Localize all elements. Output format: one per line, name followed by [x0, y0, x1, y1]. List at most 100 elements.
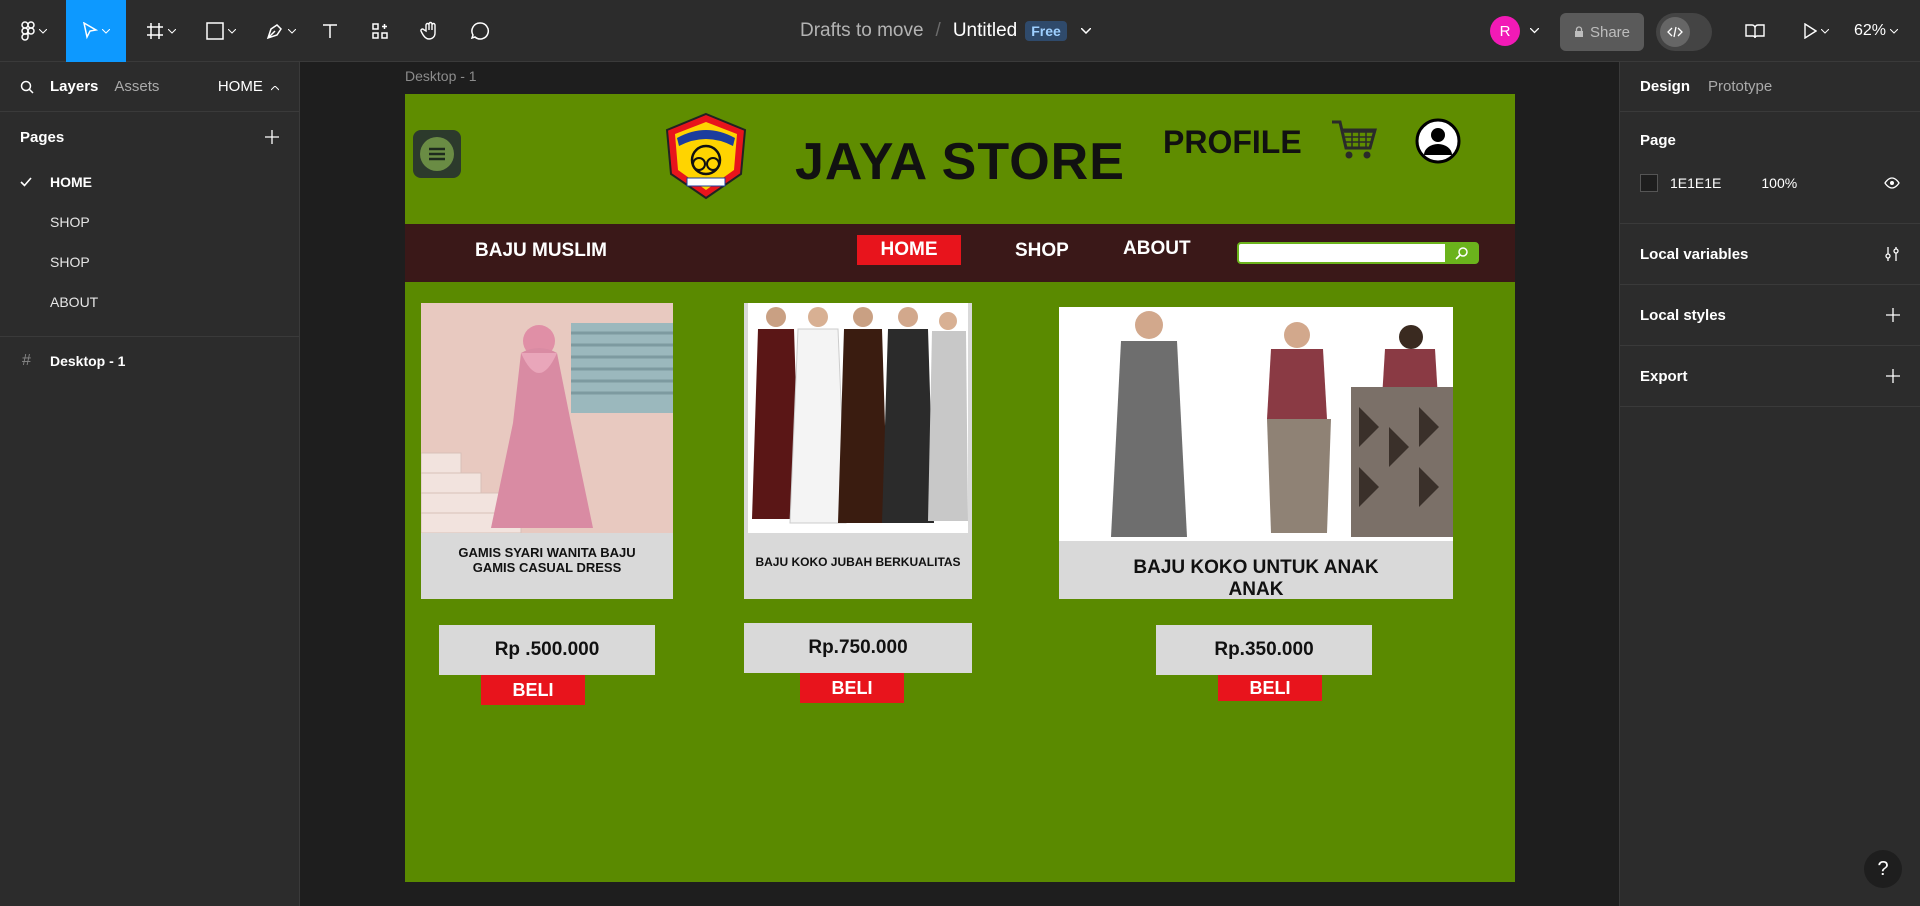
product-image-koko-anak: [1059, 307, 1453, 541]
export-heading: Export: [1640, 367, 1688, 385]
zoom-control[interactable]: 62%: [1854, 0, 1899, 62]
page-item-label: HOME: [50, 174, 92, 190]
book-icon: [1745, 24, 1765, 39]
chevron-up-icon: [270, 85, 280, 91]
page-fill-swatch[interactable]: [1640, 174, 1658, 192]
school-logo-icon: [665, 112, 747, 200]
hand-icon: [420, 21, 436, 40]
layer-item-desktop-1[interactable]: # Desktop - 1: [0, 341, 299, 381]
product-card[interactable]: BAJU KOKO JUBAH BERKUALITAS: [744, 303, 972, 599]
pen-icon: [266, 24, 282, 40]
page-item-shop-2[interactable]: SHOP: [0, 242, 299, 282]
store-search-input[interactable]: [1237, 242, 1479, 264]
search-icon[interactable]: [20, 80, 34, 94]
product-image-jubah: [748, 303, 968, 533]
resources-tool-button[interactable]: [366, 0, 394, 62]
share-button[interactable]: Share: [1560, 13, 1644, 51]
chevron-down-icon: [228, 28, 236, 34]
page-item-about[interactable]: ABOUT: [0, 282, 299, 322]
page-fill-opacity[interactable]: 100%: [1761, 175, 1797, 191]
export-section: Export: [1620, 346, 1920, 407]
page-section-header: Page: [1640, 112, 1900, 168]
file-title-area: Drafts to move / Untitled Free: [800, 0, 1091, 62]
shopping-cart-icon[interactable]: [1330, 118, 1378, 162]
comment-icon: [470, 22, 490, 40]
nav-shop[interactable]: SHOP: [1015, 240, 1069, 262]
frame-icon: #: [22, 352, 31, 369]
dev-mode-toggle[interactable]: [1656, 13, 1712, 51]
file-name[interactable]: Untitled: [953, 20, 1017, 42]
tab-layers[interactable]: Layers: [50, 78, 98, 95]
local-styles-header[interactable]: Local styles: [1640, 285, 1900, 345]
chevron-down-icon: [288, 28, 296, 34]
user-avatar[interactable]: R: [1490, 16, 1520, 46]
export-header[interactable]: Export: [1640, 346, 1900, 406]
eye-icon[interactable]: [1884, 177, 1900, 189]
chevron-down-icon: [168, 28, 176, 34]
add-icon[interactable]: [1886, 308, 1900, 322]
help-button[interactable]: ?: [1864, 850, 1902, 888]
comment-tool-button[interactable]: [466, 0, 494, 62]
pen-tool-button[interactable]: [258, 0, 304, 62]
product-caption: BAJU KOKO JUBAH BERKUALITAS: [755, 555, 961, 569]
main-menu-button[interactable]: [14, 0, 54, 62]
variables-icon[interactable]: [1884, 246, 1900, 262]
user-account-icon[interactable]: [1415, 118, 1461, 164]
chevron-down-icon[interactable]: [1530, 28, 1539, 34]
rectangle-icon: [206, 22, 224, 40]
pages-heading: Pages: [20, 128, 65, 146]
hand-tool-button[interactable]: [416, 0, 444, 62]
add-page-icon[interactable]: [265, 130, 279, 144]
file-location[interactable]: Drafts to move: [800, 20, 924, 42]
current-page-selector[interactable]: HOME: [218, 78, 280, 95]
frame-tool-button[interactable]: [138, 0, 184, 62]
right-panel-tabs: Design Prototype: [1620, 62, 1920, 112]
present-button[interactable]: [1796, 0, 1836, 62]
right-panel: Design Prototype Page 1E1E1E 100% Local …: [1619, 62, 1920, 906]
product-price: Rp.350.000: [1156, 625, 1372, 675]
library-button[interactable]: [1740, 0, 1770, 62]
page-item-label: SHOP: [50, 214, 90, 230]
tab-assets[interactable]: Assets: [114, 78, 159, 95]
add-icon[interactable]: [1886, 369, 1900, 383]
local-variables-heading: Local variables: [1640, 245, 1749, 263]
product-card[interactable]: GAMIS SYARI WANITA BAJU GAMIS CASUAL DRE…: [421, 303, 673, 599]
frame-label[interactable]: Desktop - 1: [405, 68, 477, 84]
nav-about[interactable]: ABOUT: [1123, 238, 1191, 260]
chevron-down-icon: [1821, 28, 1829, 34]
page-section-heading: Page: [1640, 131, 1676, 149]
product-caption: BAJU KOKO UNTUK ANAK ANAK: [1133, 557, 1379, 600]
plan-badge[interactable]: Free: [1025, 21, 1067, 41]
buy-button[interactable]: BELI: [1218, 675, 1322, 701]
figma-logo-icon: [21, 21, 35, 41]
page-item-home[interactable]: HOME: [0, 162, 299, 202]
left-panel-tabs: Layers Assets HOME: [0, 62, 299, 112]
lock-icon: [1574, 26, 1583, 37]
tab-design[interactable]: Design: [1640, 78, 1690, 95]
desktop-frame[interactable]: JAYA STORE PROFILE BAJU MUSLIM HOME SHOP…: [405, 94, 1515, 882]
toolbar: Drafts to move / Untitled Free R Share 6…: [0, 0, 1920, 62]
profile-link[interactable]: PROFILE: [1163, 124, 1302, 161]
product-image-gamis: [421, 303, 673, 533]
local-variables-header[interactable]: Local variables: [1640, 224, 1900, 284]
tab-prototype[interactable]: Prototype: [1708, 78, 1772, 95]
buy-button[interactable]: BELI: [481, 675, 585, 705]
text-tool-button[interactable]: [316, 0, 344, 62]
hamburger-menu-button[interactable]: [413, 130, 461, 178]
page-fill-hex[interactable]: 1E1E1E: [1670, 175, 1721, 191]
cursor-icon: [83, 22, 98, 40]
buy-button[interactable]: BELI: [800, 673, 904, 703]
product-card[interactable]: BAJU KOKO UNTUK ANAK ANAK: [1059, 307, 1453, 600]
shape-tool-button[interactable]: [198, 0, 244, 62]
path-separator: /: [935, 20, 941, 41]
store-search-button[interactable]: [1445, 242, 1479, 264]
nav-home[interactable]: HOME: [857, 235, 961, 265]
nav-brand[interactable]: BAJU MUSLIM: [475, 240, 607, 262]
store-title: JAYA STORE: [795, 133, 1125, 191]
page-item-label: ABOUT: [50, 294, 99, 310]
move-tool-button[interactable]: [66, 0, 126, 62]
chevron-down-icon[interactable]: [1080, 28, 1091, 34]
check-icon: [20, 177, 32, 187]
page-item-shop[interactable]: SHOP: [0, 202, 299, 242]
frame-icon: [147, 23, 163, 39]
